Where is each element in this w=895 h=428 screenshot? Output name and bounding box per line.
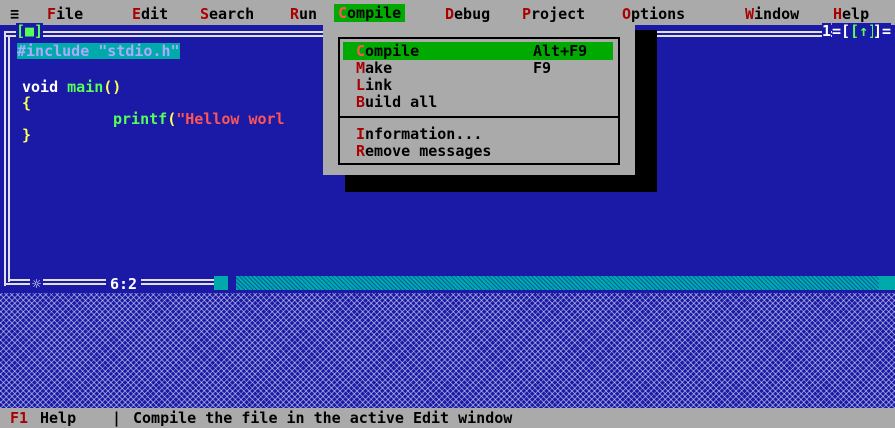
printf-paren: ( xyxy=(167,110,177,128)
information-item-label: nformation... xyxy=(365,125,483,143)
code-line-printf: printf("Hellow worl xyxy=(113,111,285,127)
make-item-label: ake xyxy=(365,59,393,77)
menu-window-label: indow xyxy=(754,5,800,23)
menu-options-label: ptions xyxy=(631,5,686,23)
compile-menu-item-build-all[interactable]: Build all xyxy=(343,93,613,111)
menu-project[interactable]: Project xyxy=(522,6,585,22)
scroll-thumb[interactable] xyxy=(228,276,236,290)
build-all-item-hotkey: B xyxy=(356,93,366,111)
cursor-position: 6:2 xyxy=(106,276,142,292)
menu-search[interactable]: Search xyxy=(200,6,254,22)
menu-separator xyxy=(340,116,618,118)
build-all-item-label: uild all xyxy=(365,93,438,111)
menu-border-top xyxy=(338,37,620,39)
function-printf: printf xyxy=(113,110,168,128)
compile-menu-item-make[interactable]: Make F9 xyxy=(343,59,613,77)
system-menu-icon[interactable]: ≡ xyxy=(10,6,19,22)
code-open-brace: { xyxy=(22,94,32,112)
menu-help-label: elp xyxy=(842,5,870,23)
menu-bar: ≡ File Edit Search Run Compile Debug Pro… xyxy=(0,0,895,25)
main-parens: () xyxy=(103,78,122,96)
build-all-item-text: Build all xyxy=(356,93,437,111)
menu-options-hotkey: O xyxy=(622,5,632,23)
make-item-hotkey: M xyxy=(356,59,366,77)
compile-menu: Compile Alt+F9 Make F9 Link Build all Info… xyxy=(323,25,635,175)
compile-item-hotkey: C xyxy=(356,42,366,60)
window-number: 1 xyxy=(822,22,832,40)
zoom-box-right: ]= xyxy=(873,22,892,40)
menu-debug-hotkey: D xyxy=(445,5,455,23)
remove-messages-item-label: emove messages xyxy=(365,142,492,160)
menu-border-bottom xyxy=(338,163,620,165)
code-line-include: #include "stdio.h" xyxy=(17,42,180,60)
code-line-main: void main() xyxy=(22,79,121,95)
menu-run[interactable]: Run xyxy=(290,6,317,22)
menu-file[interactable]: File xyxy=(47,6,83,22)
information-item-hotkey: I xyxy=(356,125,366,143)
menu-options[interactable]: Options xyxy=(622,6,685,22)
menu-window-hotkey: W xyxy=(745,5,755,23)
horizontal-scrollbar[interactable] xyxy=(214,276,879,290)
close-box[interactable]: [■] xyxy=(16,23,44,39)
information-item-text: Information... xyxy=(356,125,482,143)
frame-left-inner xyxy=(8,35,10,282)
compile-menu-item-compile[interactable]: Compile Alt+F9 xyxy=(343,42,613,60)
link-item-label: ink xyxy=(365,76,393,94)
menu-debug-label: ebug xyxy=(454,5,491,23)
status-separator: | xyxy=(112,409,122,427)
compile-menu-item-remove-messages[interactable]: Remove messages xyxy=(343,142,613,160)
status-message: Compile the file in the active Edit wind… xyxy=(133,409,513,427)
menu-border-right xyxy=(618,37,620,165)
menu-edit-label: dit xyxy=(141,5,169,23)
menu-compile-hotkey: C xyxy=(338,4,348,22)
menu-project-hotkey: P xyxy=(522,5,532,23)
menu-file-label: ile xyxy=(56,5,84,23)
make-item-shortcut: F9 xyxy=(533,59,552,77)
menu-edit-hotkey: E xyxy=(132,5,142,23)
menu-help[interactable]: Help xyxy=(833,6,869,22)
scroll-right-arrow-icon[interactable] xyxy=(879,276,895,290)
compile-item-label: ompile xyxy=(365,42,420,60)
remove-messages-item-hotkey: R xyxy=(356,142,366,160)
code-close-brace: } xyxy=(22,126,32,144)
compile-item-shortcut: Alt+F9 xyxy=(533,42,588,60)
compile-item-text: Compile xyxy=(356,42,419,60)
menu-border-left xyxy=(338,37,340,165)
menu-compile-label: ompile xyxy=(347,4,402,22)
menu-run-label: un xyxy=(299,5,318,23)
link-item-text: Link xyxy=(356,76,392,94)
modified-marker: ☼ xyxy=(30,275,44,293)
status-bar: F1 Help | Compile the file in the active… xyxy=(0,408,895,428)
menu-help-hotkey: H xyxy=(833,5,843,23)
menu-search-label: earch xyxy=(209,5,255,23)
menu-file-hotkey: F xyxy=(47,5,57,23)
function-main: main xyxy=(67,78,104,96)
status-key-help-label[interactable]: Help xyxy=(40,410,76,426)
desktop-background xyxy=(0,293,895,408)
compile-menu-item-information[interactable]: Information... xyxy=(343,125,613,143)
printf-string: "Hellow worl xyxy=(176,110,285,128)
menu-edit[interactable]: Edit xyxy=(132,6,168,22)
menu-run-hotkey: R xyxy=(290,5,300,23)
menu-compile[interactable]: Compile xyxy=(334,4,406,22)
remove-messages-item-text: Remove messages xyxy=(356,142,491,160)
menu-search-hotkey: S xyxy=(200,5,210,23)
frame-left-outer xyxy=(4,31,6,286)
make-item-text: Make xyxy=(356,59,392,77)
zoom-box-left: =[ xyxy=(832,22,851,40)
scroll-left-arrow-icon[interactable] xyxy=(214,276,228,290)
menu-project-label: roject xyxy=(531,5,586,23)
status-key-f1[interactable]: F1 xyxy=(10,410,28,426)
link-item-hotkey: L xyxy=(356,76,366,94)
compile-menu-item-link[interactable]: Link xyxy=(343,76,613,94)
menu-window[interactable]: Window xyxy=(745,6,799,22)
menu-debug[interactable]: Debug xyxy=(445,6,490,22)
